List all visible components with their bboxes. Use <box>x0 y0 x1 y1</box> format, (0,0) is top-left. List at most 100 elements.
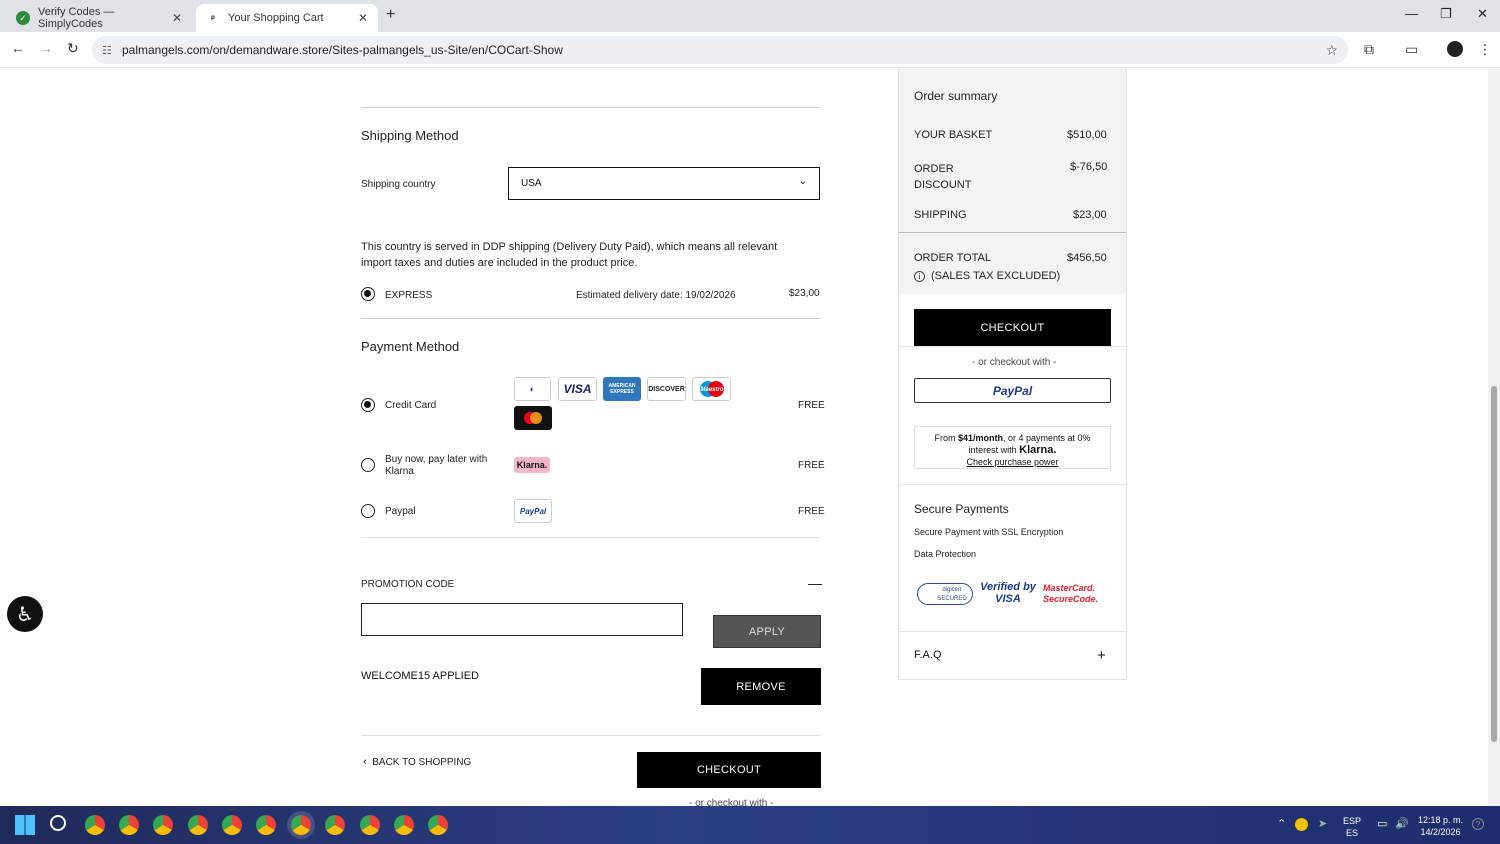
chrome-icon[interactable] <box>188 815 208 835</box>
menu-kebab-icon[interactable]: ⋮ <box>1478 41 1492 58</box>
back-icon[interactable]: ← <box>11 40 25 56</box>
close-window-icon[interactable]: ✕ <box>1477 6 1488 22</box>
chrome-icon-active[interactable] <box>291 815 311 835</box>
page-scrollbar[interactable] <box>1488 68 1500 806</box>
maestro-text: Maestro <box>700 387 723 393</box>
paypal-label: Paypal <box>385 506 416 517</box>
restore-icon[interactable]: ❐ <box>1440 6 1452 22</box>
paypal-radio[interactable] <box>361 504 375 518</box>
faq-label[interactable]: F.A.Q <box>914 649 942 661</box>
digicert-badge: digicert SECURED <box>917 583 973 605</box>
clock-time: 12:18 p. m. <box>1418 815 1464 825</box>
credit-card-price: FREE <box>798 400 825 411</box>
klarna-promo-box: From $41/month, or 4 payments at 0% inte… <box>914 426 1111 469</box>
bookmark-star-icon[interactable]: ☆ <box>1325 42 1338 59</box>
paypal-logo: PayPal <box>514 499 552 523</box>
visa-logo: VISA <box>558 377 597 401</box>
discount-label: ORDER DISCOUNT <box>914 163 972 191</box>
chevron-left-icon: ‹ <box>363 756 367 768</box>
klarna-post: , or 4 payments at 0% <box>1002 433 1091 443</box>
divider <box>361 537 821 538</box>
tab-shopping-cart[interactable]: ᵖ Your Shopping Cart ✕ <box>196 4 378 32</box>
tab-search-icon[interactable]: ▭ <box>1405 41 1418 58</box>
express-radio[interactable] <box>361 287 375 301</box>
chrome-icon[interactable] <box>360 815 380 835</box>
chrome-icon[interactable] <box>256 815 276 835</box>
info-icon[interactable]: i <box>914 271 925 282</box>
basket-value: $510,00 <box>1067 129 1107 141</box>
windows-start-icon[interactable] <box>15 815 35 835</box>
klarna-label: Buy now, pay later with Klarna <box>385 454 488 477</box>
forward-icon[interactable]: → <box>39 40 53 56</box>
lang-bottom: ES <box>1346 828 1359 838</box>
paypal-checkout-button[interactable]: PayPal <box>914 378 1111 403</box>
klarna-price: FREE <box>798 460 825 471</box>
help-icon[interactable]: ? <box>1472 818 1484 830</box>
clock[interactable]: 12:18 p. m. 14/2/2026 <box>1418 814 1463 838</box>
chrome-icon[interactable] <box>85 815 105 835</box>
divider <box>361 735 821 736</box>
extensions-icon[interactable]: ⧉ <box>1364 41 1374 58</box>
url-bar[interactable]: ☷ palmangels.com/on/demandware.store/Sit… <box>92 36 1348 64</box>
location-icon[interactable]: ➤ <box>1318 818 1327 830</box>
windows-taskbar: ⌃ ➤ ESP ES ▭ 🔊 12:18 p. m. 14/2/2026 ? <box>0 806 1500 844</box>
back-to-shopping-link[interactable]: ‹ BACK TO SHOPPING <box>363 756 471 768</box>
chrome-icon[interactable] <box>153 815 173 835</box>
divider <box>899 631 1126 632</box>
chrome-icon[interactable] <box>325 815 345 835</box>
checkout-button[interactable]: CHECKOUT <box>914 309 1111 346</box>
minimize-icon[interactable]: — <box>1405 6 1418 21</box>
order-summary-title: Order summary <box>914 89 998 103</box>
language-indicator[interactable]: ESP ES <box>1343 815 1361 839</box>
tab-simplycodes[interactable]: ✓ Verify Codes — SimplyCodes ✕ <box>6 4 192 32</box>
minus-icon[interactable]: — <box>808 575 822 591</box>
search-icon[interactable] <box>50 815 66 831</box>
secure-payments-title: Secure Payments <box>914 502 1009 516</box>
data-protection-line: Data Protection <box>914 549 977 559</box>
address-toolbar: ← → ↻ ☷ palmangels.com/on/demandware.sto… <box>0 32 1500 68</box>
shipping-country-value: USA <box>521 178 542 189</box>
chrome-icon[interactable] <box>119 815 139 835</box>
klarna-wordmark: Klarna. <box>1019 444 1057 456</box>
credit-card-label: Credit Card <box>385 400 437 411</box>
reload-icon[interactable]: ↻ <box>67 40 79 57</box>
chrome-icon[interactable] <box>394 815 414 835</box>
promotion-code-label: PROMOTION CODE <box>361 579 455 590</box>
klarna-radio[interactable] <box>361 458 375 472</box>
new-tab-icon[interactable]: + <box>386 6 395 24</box>
volume-icon[interactable]: 🔊 <box>1395 818 1409 830</box>
delivery-date: Estimated delivery date: 19/02/2026 <box>576 290 736 301</box>
credit-card-radio[interactable] <box>361 398 375 412</box>
klarna-pre: From <box>934 433 958 443</box>
network-icon[interactable]: ▭ <box>1377 818 1387 830</box>
back-to-shopping-label: BACK TO SHOPPING <box>372 757 472 768</box>
promo-code-input[interactable] <box>361 603 683 636</box>
shipping-country-select[interactable]: USA ⌄ <box>508 167 820 200</box>
verified-by-visa-badge: Verified by VISA <box>980 581 1036 605</box>
ddp-note: This country is served in DDP shipping (… <box>361 241 778 269</box>
ssl-line: Secure Payment with SSL Encryption <box>914 527 1064 537</box>
close-tab-icon[interactable]: ✕ <box>172 11 182 25</box>
accessibility-icon[interactable]: ♿ <box>7 596 43 632</box>
check-purchase-power-link[interactable]: Check purchase power <box>915 456 1110 468</box>
diners-club-logo: ◐ <box>514 377 551 401</box>
tray-app-icon[interactable] <box>1295 818 1308 831</box>
chrome-icon[interactable] <box>222 815 242 835</box>
chrome-icon[interactable] <box>428 815 448 835</box>
tray-chevron-up-icon[interactable]: ⌃ <box>1277 818 1286 830</box>
simplycodes-favicon-icon: ✓ <box>16 11 30 25</box>
clock-date: 14/2/2026 <box>1420 827 1461 837</box>
discover-logo: DISCOVER <box>647 377 686 401</box>
scrollbar-thumb[interactable] <box>1491 386 1497 742</box>
checkout-button-bottom[interactable]: CHECKOUT <box>637 752 821 788</box>
plus-icon[interactable]: + <box>1097 647 1106 664</box>
divider <box>899 346 1126 347</box>
site-info-icon[interactable]: ☷ <box>102 44 112 57</box>
profile-avatar[interactable] <box>1447 41 1463 57</box>
shipping-method-title: Shipping Method <box>361 128 459 143</box>
express-label: EXPRESS <box>385 290 433 301</box>
shipping-value: $23,00 <box>1073 209 1107 221</box>
remove-button[interactable]: REMOVE <box>701 668 821 705</box>
apply-button[interactable]: APPLY <box>713 615 821 648</box>
close-tab-icon[interactable]: ✕ <box>358 11 368 25</box>
